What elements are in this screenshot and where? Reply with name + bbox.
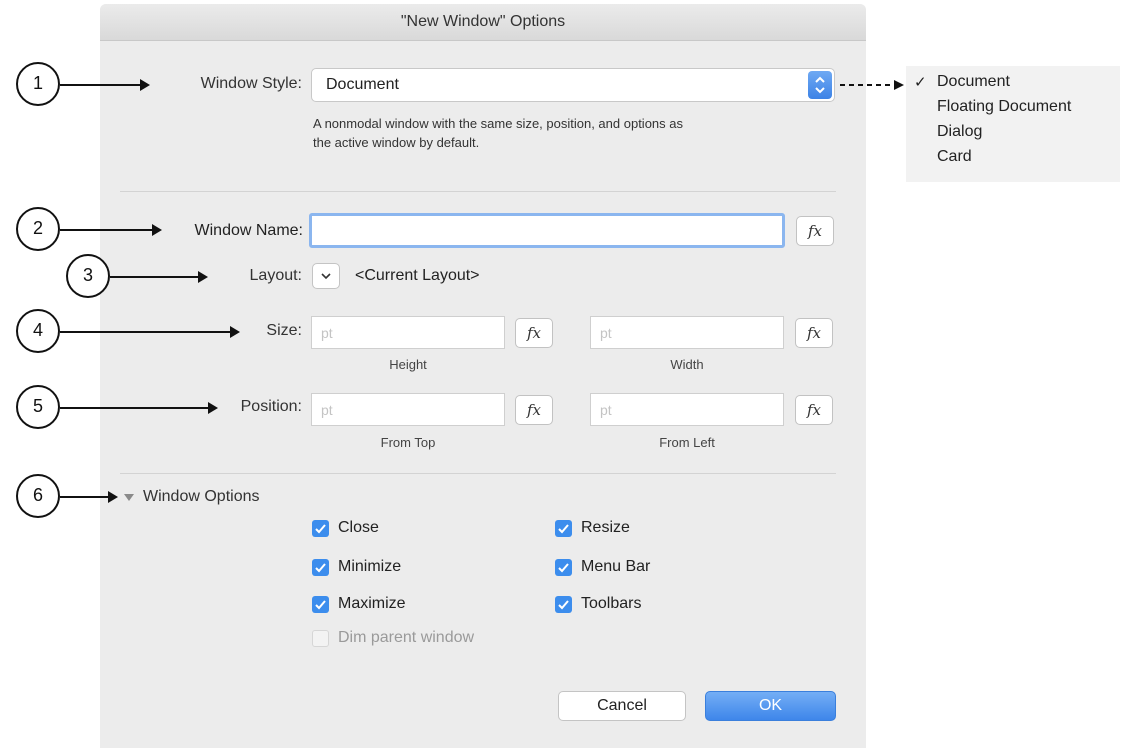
- callout-1-arrow: [60, 79, 150, 91]
- from-top-caption: From Top: [380, 435, 436, 450]
- window-style-value: Document: [326, 76, 399, 93]
- resize-label: Resize: [581, 519, 630, 536]
- window-style-menu: ✓ Document Floating Document Dialog Card: [906, 66, 1120, 182]
- callout-1: 1: [16, 62, 60, 106]
- window-name-label: Window Name:: [194, 222, 303, 239]
- callout-4: 4: [16, 309, 60, 353]
- close-label: Close: [338, 519, 379, 536]
- disclosure-triangle-icon[interactable]: [122, 490, 136, 504]
- maximize-label: Maximize: [338, 595, 406, 612]
- callout-3-arrow: [110, 271, 208, 283]
- position-from-left-input[interactable]: pt: [590, 393, 784, 426]
- menu-bar-label: Menu Bar: [581, 558, 651, 575]
- callout-5: 5: [16, 385, 60, 429]
- position-from-top-input[interactable]: pt: [311, 393, 505, 426]
- window-options-label[interactable]: Window Options: [143, 488, 260, 506]
- window-style-select[interactable]: Document: [311, 68, 835, 102]
- divider-top: [120, 191, 836, 192]
- callout-6-arrow: [60, 491, 118, 503]
- chevron-down-icon: [321, 273, 331, 280]
- position-from-left-fx-button[interactable]: fx: [795, 395, 833, 425]
- size-height-input[interactable]: pt: [311, 316, 505, 349]
- close-checkbox[interactable]: [312, 520, 329, 537]
- window-style-description-2: the active window by default.: [313, 135, 480, 150]
- position-from-top-fx-button[interactable]: fx: [515, 395, 553, 425]
- callout-6: 6: [16, 474, 60, 518]
- from-left-caption: From Left: [659, 435, 715, 450]
- size-width-fx-button[interactable]: fx: [795, 318, 833, 348]
- checkmark-icon: ✓: [914, 74, 927, 91]
- divider-bottom: [120, 473, 836, 474]
- resize-checkbox[interactable]: [555, 520, 572, 537]
- maximize-checkbox[interactable]: [312, 596, 329, 613]
- menu-item-card[interactable]: Card: [937, 148, 972, 166]
- minimize-label: Minimize: [338, 558, 402, 575]
- callout-4-arrow: [60, 326, 240, 338]
- minimize-checkbox[interactable]: [312, 559, 329, 576]
- dim-parent-window-checkbox[interactable]: [312, 630, 329, 647]
- window-style-label: Window Style:: [200, 75, 302, 92]
- window-name-fx-button[interactable]: fx: [796, 216, 834, 246]
- callout-2: 2: [16, 207, 60, 251]
- size-width-input[interactable]: pt: [590, 316, 784, 349]
- width-caption: Width: [670, 357, 704, 372]
- cancel-button[interactable]: Cancel: [558, 691, 686, 721]
- callout-2-arrow: [60, 224, 162, 236]
- layout-value: <Current Layout>: [355, 267, 480, 284]
- dim-parent-window-label: Dim parent window: [338, 629, 475, 646]
- toolbars-label: Toolbars: [581, 595, 642, 612]
- callout-3: 3: [66, 254, 110, 298]
- dashed-arrow-icon: [840, 80, 904, 90]
- window-style-description-1: A nonmodal window with the same size, po…: [313, 116, 683, 131]
- menu-item-document[interactable]: Document: [937, 73, 1010, 91]
- menu-item-dialog[interactable]: Dialog: [937, 123, 982, 141]
- toolbars-checkbox[interactable]: [555, 596, 572, 613]
- dialog-title: "New Window" Options: [100, 4, 866, 41]
- ok-button[interactable]: OK: [705, 691, 836, 721]
- size-height-fx-button[interactable]: fx: [515, 318, 553, 348]
- callout-5-arrow: [60, 402, 218, 414]
- size-label: Size:: [266, 322, 302, 339]
- layout-dropdown-button[interactable]: [312, 263, 340, 289]
- select-stepper-icon[interactable]: [808, 71, 832, 99]
- menu-bar-checkbox[interactable]: [555, 559, 572, 576]
- height-caption: Height: [389, 357, 427, 372]
- position-label: Position:: [240, 398, 302, 415]
- layout-label: Layout:: [249, 267, 302, 284]
- menu-item-floating-document[interactable]: Floating Document: [937, 98, 1071, 116]
- window-name-input[interactable]: [309, 213, 785, 248]
